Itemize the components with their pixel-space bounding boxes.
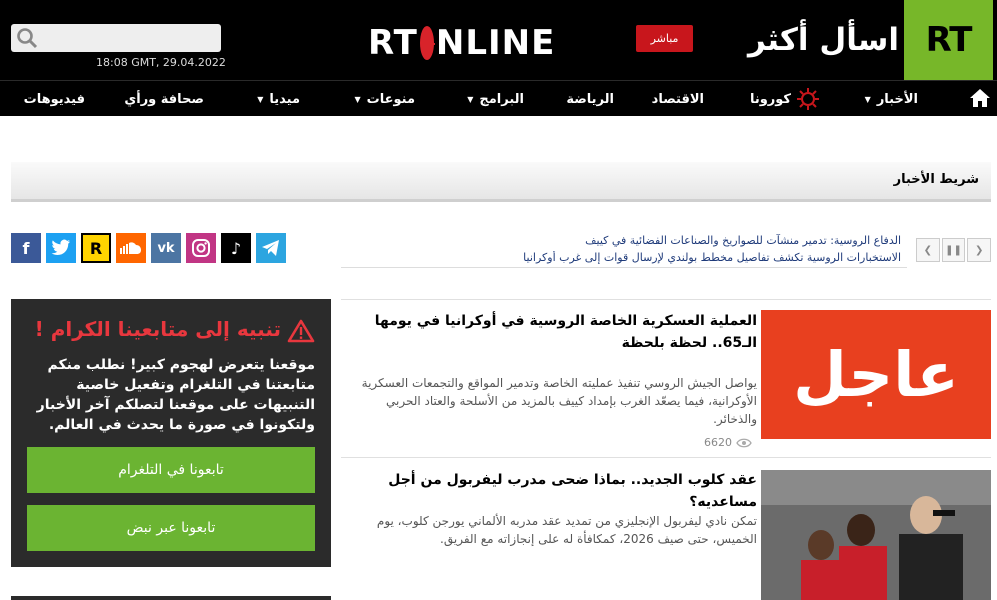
article-summary: يواصل الجيش الروسي تنفيذ عمليته الخاصة و… — [361, 376, 757, 426]
follow-telegram-button[interactable]: تابعونا في التلغرام — [27, 447, 315, 493]
nav-item-misc[interactable]: منوعات ▼ — [355, 81, 416, 117]
virus-icon — [797, 88, 819, 110]
vk-icon[interactable]: vk — [151, 233, 181, 263]
rt-online-logo[interactable]: RT NLINE — [368, 20, 554, 66]
nav-item-economy[interactable]: الاقتصاد — [652, 81, 704, 117]
soundcloud-icon[interactable] — [116, 233, 146, 263]
main-nav: الأخبار ▼ كورونا الاقتصاد الرياضة البرامج… — [0, 80, 997, 116]
article-title[interactable]: عقد كلوب الجديد.. بماذا ضحى مدرب ليفربول… — [347, 469, 757, 513]
news-ticker-header: شريط الأخبار — [11, 162, 991, 202]
twitter-icon[interactable] — [46, 233, 76, 263]
instagram-icon[interactable] — [186, 233, 216, 263]
caret-down-icon: ▼ — [467, 94, 474, 104]
alert-box: تنبيه إلى متابعينا الكرام ! موقعنا يتعرض… — [11, 299, 331, 567]
datetime: 18:08 GMT, 29.04.2022 — [96, 56, 226, 69]
live-button[interactable]: مباشر — [636, 25, 693, 52]
article-title[interactable]: العملية العسكرية الخاصة الروسية في أوكرا… — [347, 310, 757, 354]
nav-item-videos[interactable]: فيديوهات — [24, 81, 85, 117]
search-input[interactable] — [38, 26, 208, 50]
ticker-item[interactable]: الدفاع الروسية: تدمير منشآت للصواريخ وال… — [341, 234, 907, 251]
tiktok-icon[interactable]: ♪ — [221, 233, 251, 263]
ticker-pause-button[interactable]: ❚❚ — [941, 238, 966, 262]
nav-item-programs[interactable]: البرامج ▼ — [467, 81, 524, 117]
caret-down-icon: ▼ — [257, 94, 264, 104]
nav-item-press[interactable]: صحافة ورأي — [124, 81, 204, 117]
rt-logo[interactable]: RT — [904, 0, 993, 80]
home-icon[interactable] — [969, 88, 991, 108]
news-ticker[interactable]: الدفاع الروسية: تدمير منشآت للصواريخ وال… — [341, 234, 907, 268]
caret-down-icon: ▼ — [354, 94, 361, 104]
article-image-football[interactable] — [761, 470, 991, 600]
caret-down-icon: ▼ — [864, 94, 871, 104]
alert-title: تنبيه إلى متابعينا الكرام ! — [35, 317, 315, 343]
article-image-breaking[interactable]: عاجل — [761, 310, 991, 439]
rutube-icon[interactable]: R — [81, 233, 111, 263]
divider — [341, 457, 991, 458]
ticker-title: شريط الأخبار — [893, 172, 979, 187]
divider — [341, 299, 991, 300]
ticker-controls: ❮ ❚❚ ❯ — [916, 238, 992, 262]
nav-item-corona[interactable]: كورونا — [750, 81, 819, 117]
article-summary: تمكن نادي ليفربول الإنجليزي من تمديد عقد… — [376, 514, 757, 546]
brand-o-icon — [419, 26, 435, 60]
facebook-icon[interactable]: f — [11, 233, 41, 263]
alert-text: موقعنا يتعرض لهجوم كبير! نطلب منكم متابع… — [36, 357, 315, 433]
search-icon[interactable] — [16, 27, 38, 49]
eye-icon — [736, 438, 752, 447]
search-box — [11, 24, 221, 52]
ticker-next-button[interactable]: ❯ — [967, 238, 992, 262]
ticker-item[interactable]: الاستخبارات الروسية تكشف تفاصيل مخطط بول… — [341, 251, 907, 267]
nav-item-media[interactable]: ميديا ▼ — [257, 81, 300, 117]
divider — [11, 596, 331, 600]
nav-item-news[interactable]: الأخبار ▼ — [865, 81, 918, 117]
social-links: f R vk ♪ — [11, 233, 286, 263]
follow-push-button[interactable]: تابعونا عبر نبض — [27, 505, 315, 551]
ticker-prev-button[interactable]: ❮ — [916, 238, 940, 262]
telegram-icon[interactable] — [256, 233, 286, 263]
view-count: 6620 — [704, 436, 752, 449]
warning-icon — [287, 319, 315, 342]
slogan: اسأل أكثر — [747, 22, 899, 58]
top-header: RT اسأل أكثر مباشر RT NLINE 18:08 GMT, 29… — [0, 0, 997, 80]
nav-item-sports[interactable]: الرياضة — [566, 81, 614, 117]
